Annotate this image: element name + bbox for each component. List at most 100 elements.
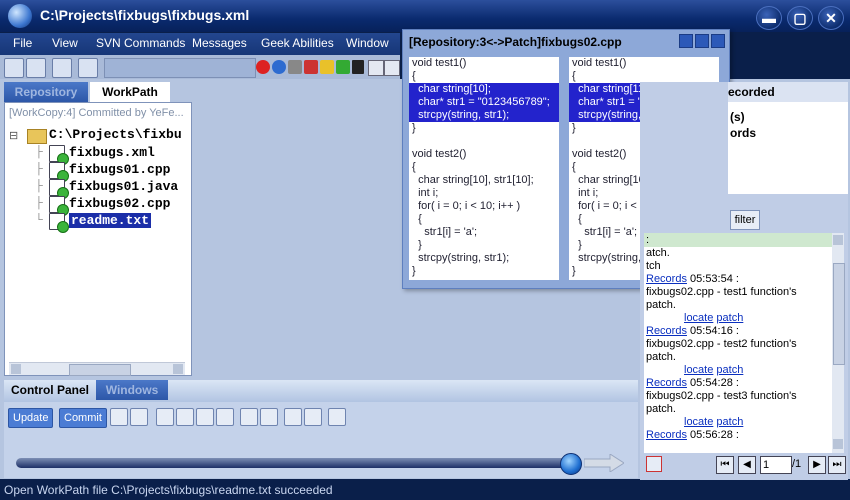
filter-button[interactable]: filter (730, 210, 760, 230)
switch-icon[interactable] (196, 408, 214, 426)
branch-icon[interactable] (176, 408, 194, 426)
tree-file-fixbugs01-java[interactable]: fixbugs01.java (69, 179, 178, 194)
log-text: 05:54:28 : (686, 377, 739, 389)
search-repository-icon[interactable] (26, 58, 46, 78)
menu-window[interactable]: Window (346, 36, 389, 50)
green-run-icon[interactable] (336, 60, 350, 74)
relocate-icon[interactable] (216, 408, 234, 426)
code-line: strcpy(string, str1); (412, 252, 510, 264)
timeline-arrow-icon (584, 454, 624, 472)
horizontal-scrollbar[interactable] (9, 362, 185, 376)
search-record-icon[interactable] (240, 408, 258, 426)
tree-root-folder[interactable]: C:\Projects\fixbu (49, 127, 182, 142)
patch-link[interactable]: patch (716, 364, 743, 376)
layers-icon[interactable] (130, 408, 148, 426)
code-line: { (412, 70, 416, 82)
log-line: fixbugs02.cpp - test2 function's (646, 338, 830, 351)
log-text: fixbugs02.cpp - test3 function's (646, 390, 797, 402)
menu-file[interactable]: File (13, 36, 32, 50)
popup-minimize-icon[interactable] (679, 34, 693, 48)
records-link[interactable]: Records (646, 429, 687, 441)
close-button[interactable]: ✕ (818, 6, 844, 30)
toolbar-field[interactable] (104, 58, 256, 78)
flag-icon[interactable] (284, 408, 302, 426)
calendar-icon[interactable] (646, 456, 662, 472)
patch-link[interactable]: patch (716, 416, 743, 428)
scroll-left-icon[interactable] (11, 364, 21, 374)
folder-icon (27, 129, 47, 144)
tree-collapse-toggle[interactable]: ⊟ (9, 129, 18, 142)
link-icon[interactable] (304, 408, 322, 426)
records-link[interactable]: Records (646, 273, 687, 285)
minimize-button[interactable]: ▬ (756, 6, 782, 30)
record-red-icon[interactable] (256, 60, 270, 74)
scroll-down-icon[interactable] (833, 439, 843, 449)
records-link[interactable]: Records (646, 377, 687, 389)
menu-svn-commands[interactable]: SVN Commands (96, 36, 185, 50)
tree-file-fixbugs02-cpp[interactable]: fixbugs02.cpp (69, 196, 170, 211)
tab-workpath[interactable]: WorkPath (90, 82, 170, 102)
code-line: strcpy(string, str1); (409, 109, 559, 122)
log-line: fixbugs02.cpp - test1 function's (646, 286, 830, 299)
code-line: { (412, 161, 416, 173)
disk-icon[interactable] (288, 60, 302, 74)
tree-branch-line: └ (35, 214, 43, 226)
open-folder-icon[interactable] (4, 58, 24, 78)
vertical-scrollbar[interactable] (832, 233, 845, 453)
tab-control-panel[interactable]: Control Panel (4, 380, 96, 400)
log-line: Records 05:53:54 : (646, 273, 830, 286)
log-line: tch (646, 260, 830, 273)
popup-pin-icon[interactable] (695, 34, 709, 48)
tree-file-fixbugs01-cpp[interactable]: fixbugs01.cpp (69, 162, 170, 177)
window-title: C:\Projects\fixbugs\fixbugs.xml (40, 7, 250, 23)
patch-link[interactable]: patch (716, 312, 743, 324)
dropdown-arrow-icon[interactable] (352, 60, 364, 74)
search-patch-icon[interactable] (260, 408, 278, 426)
note-icon[interactable] (320, 60, 334, 74)
locate-link[interactable]: locate (684, 312, 713, 324)
popup-settings-icon[interactable] (711, 34, 725, 48)
scroll-right-icon[interactable] (173, 364, 183, 374)
next-page-icon[interactable]: ▶ (808, 456, 826, 474)
star-hub-icon[interactable] (110, 408, 128, 426)
scroll-thumb[interactable] (69, 364, 131, 376)
log-line: patch. (646, 351, 830, 364)
app-logo-icon (8, 4, 32, 28)
update-button[interactable]: Update (8, 408, 54, 428)
locate-magnifier-icon[interactable] (368, 60, 384, 76)
timeline-slider-thumb[interactable] (560, 453, 582, 475)
locate-link[interactable]: locate (684, 364, 713, 376)
timeline-slider-track[interactable] (16, 458, 576, 468)
maximize-button[interactable]: ▢ (787, 6, 813, 30)
tree-file-readme-txt-selected[interactable]: readme.txt (69, 213, 152, 228)
record-blue-icon[interactable] (272, 60, 286, 74)
workcopy-status-line: [WorkCopy:4] Committed by YeFe... (9, 107, 184, 119)
prev-page-icon[interactable]: ◀ (738, 456, 756, 474)
zoom-icon[interactable] (384, 60, 400, 76)
code-line: void test1() (572, 57, 627, 69)
save-icon[interactable] (52, 58, 72, 78)
last-page-icon[interactable]: ⏭ (828, 456, 846, 474)
filter-funnel-icon[interactable] (78, 58, 98, 78)
tree-file-fixbugs-xml[interactable]: fixbugs.xml (69, 145, 155, 160)
locate-link[interactable]: locate (684, 416, 713, 428)
diff-left-code: void test1(){ char string[10]; char* str… (409, 57, 559, 280)
menu-geek-abilities[interactable]: Geek Abilities (261, 36, 334, 50)
tab-repository[interactable]: Repository (4, 82, 88, 102)
commit-button[interactable]: Commit (59, 408, 107, 428)
page-number-input[interactable]: 1 (760, 456, 792, 474)
status-ok-icon (57, 221, 69, 233)
calendar-icon[interactable] (328, 408, 346, 426)
scroll-up-icon[interactable] (833, 235, 843, 245)
stop-icon[interactable] (304, 60, 318, 74)
merge-icon[interactable] (156, 408, 174, 426)
first-page-icon[interactable]: ⏮ (716, 456, 734, 474)
log-line: patch. (646, 299, 830, 312)
tab-recorded[interactable]: ecorded (728, 82, 848, 102)
menu-messages[interactable]: Messages (192, 36, 247, 50)
log-text: 05:56:28 : (686, 429, 739, 441)
records-link[interactable]: Records (646, 325, 687, 337)
menu-view[interactable]: View (52, 36, 78, 50)
scroll-thumb[interactable] (833, 263, 845, 365)
tab-windows[interactable]: Windows (96, 380, 168, 400)
